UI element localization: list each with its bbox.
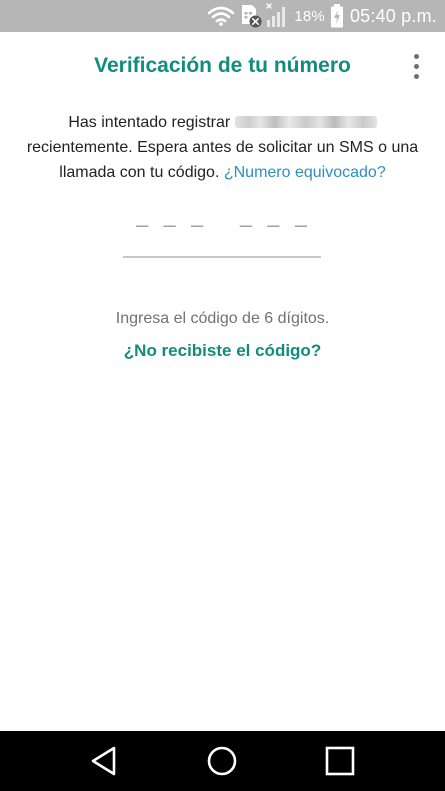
more-options-button[interactable] [409,54,423,80]
cell-signal-icon [266,3,286,27]
page-title: Verificación de tu número [94,54,351,77]
status-icons: 18% 05:40 p.m. [208,0,437,32]
code-input-underline [123,256,321,258]
back-icon[interactable] [88,745,120,777]
more-vert-icon [414,54,419,59]
home-icon[interactable] [206,745,238,777]
more-vert-icon-dot-bottom [414,74,419,79]
battery-percent: 18% [294,7,325,25]
battery-charging-icon [330,4,343,28]
verification-message: Has intentado registrar recientemente. E… [18,110,427,185]
recents-icon[interactable] [324,745,356,777]
more-vert-icon-dot-middle [414,64,419,69]
navigation-bar [0,731,445,791]
wrong-number-link[interactable]: ¿Numero equivocado? [224,164,386,181]
verification-code-input[interactable]: – – – – – – [123,212,321,258]
code-hint: Ingresa el código de 6 dígitos. [115,310,330,327]
wifi-icon [208,6,235,26]
app-header: Verificación de tu número [0,32,445,102]
code-placeholder: – – – – – – [136,212,308,237]
clock: 05:40 p.m. [349,5,437,26]
redacted-phone-number [234,116,377,128]
sim-no-service-icon [242,5,262,28]
resend-code-link[interactable]: ¿No recibiste el código? [0,341,445,361]
message-text-part1: Has intentado registrar [68,114,231,131]
status-bar: 18% 05:40 p.m. [0,0,445,32]
